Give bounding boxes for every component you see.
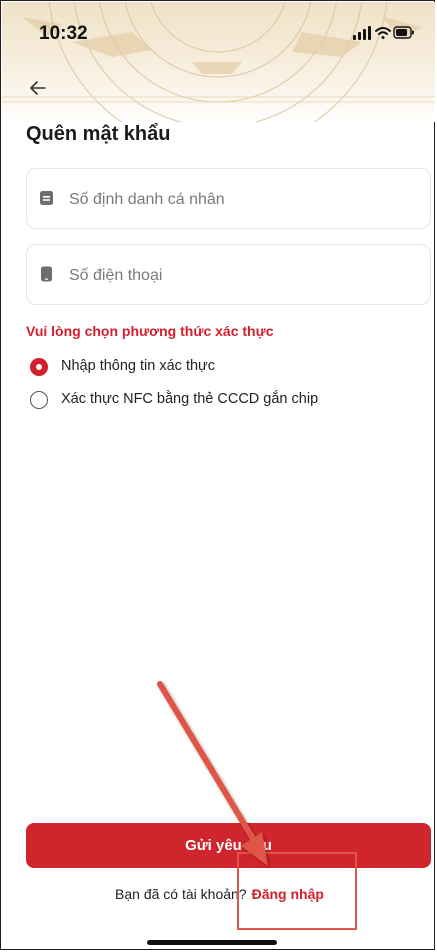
back-button[interactable] — [29, 79, 49, 102]
phone-field[interactable] — [26, 244, 431, 306]
status-icons — [353, 25, 415, 46]
radio-selected-icon[interactable] — [30, 358, 48, 376]
signal-icon — [353, 26, 371, 40]
id-number-input[interactable] — [67, 169, 426, 230]
radio-unselected-icon[interactable] — [30, 391, 48, 409]
wifi-icon — [375, 27, 391, 39]
login-link[interactable]: Đăng nhập — [252, 886, 324, 902]
phone-icon — [39, 266, 55, 287]
phone-input[interactable] — [67, 245, 426, 306]
home-indicator — [147, 940, 277, 945]
verification-method-label: Vui lòng chọn phương thức xác thực — [26, 323, 274, 339]
page-title: Quên mật khẩu — [26, 123, 171, 145]
id-number-field[interactable] — [26, 168, 431, 230]
phone-screen: 10:32 Quên mật khẩu Số định danh cá nhân… — [0, 0, 435, 950]
option-label: Xác thực NFC bằng thẻ CCCD gắn chip — [61, 391, 319, 407]
arrow-left-icon — [30, 81, 46, 95]
drum-pattern-decoration — [2, 2, 435, 122]
id-card-icon — [39, 190, 55, 211]
submit-request-button[interactable]: Gửi yêu cầu — [26, 823, 431, 868]
header-emblem-background — [2, 2, 435, 122]
login-prompt-text: Bạn đã có tài khoản? — [115, 886, 247, 902]
option-label: Nhập thông tin xác thực — [61, 358, 215, 374]
status-time: 10:32 — [39, 23, 88, 44]
battery-icon — [393, 26, 414, 39]
login-prompt: Bạn đã có tài khoản? Đăng nhập — [1, 886, 437, 902]
